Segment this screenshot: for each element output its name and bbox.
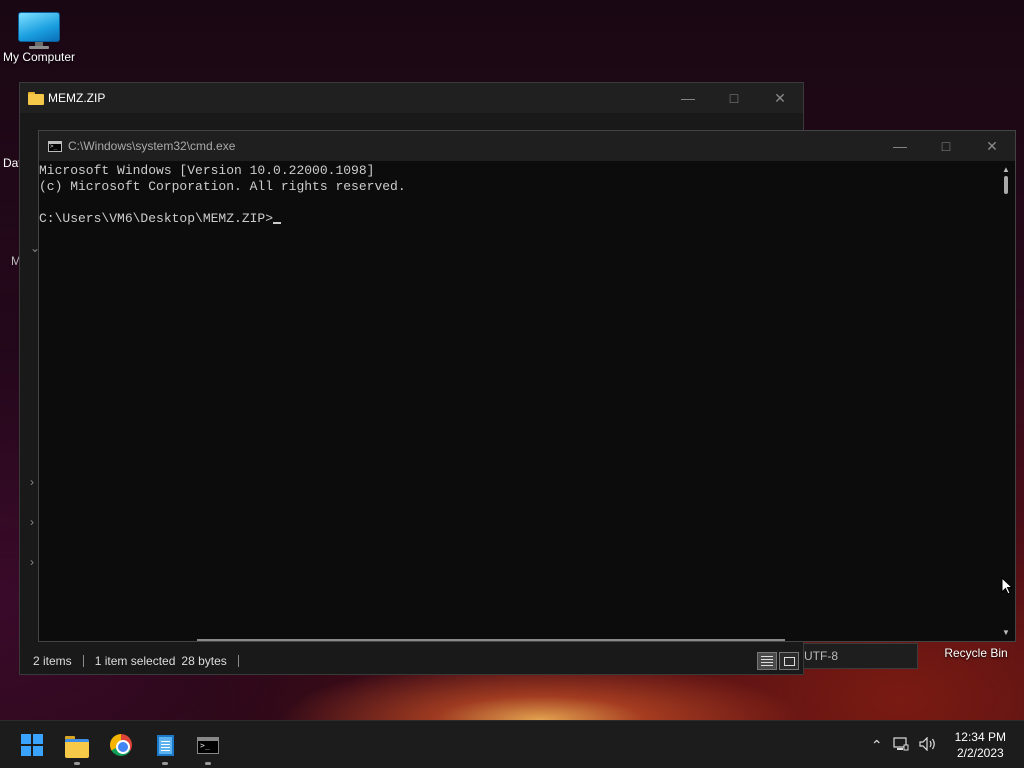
encoding-label: UTF-8 [804,649,838,663]
item-count: 2 items [33,654,72,668]
cmd-title: C:\Windows\system32\cmd.exe [68,139,236,153]
computer-icon [18,12,60,49]
taskbar-chrome[interactable] [105,729,137,761]
details-view-icon [761,656,773,666]
explorer-title: MEMZ.ZIP [48,91,106,105]
scroll-up-icon[interactable]: ▲ [1001,165,1011,174]
cmd-icon [48,140,62,152]
desktop-icon-label: My Computer [2,50,76,64]
selection-size: 28 bytes [181,654,227,668]
minimize-icon: — [681,90,695,106]
network-icon[interactable] [893,736,909,754]
close-button[interactable]: ✕ [969,131,1015,161]
clock-date: 2/2/2023 [956,746,1004,760]
notepad-window-status: UTF-8 [803,643,918,669]
taskbar: ⌃ 12:34 PM 2/2/2023 [0,720,1024,768]
maximize-button[interactable]: □ [923,131,969,161]
minimize-icon: — [893,138,907,154]
console-prompt: C:\Users\VM6\Desktop\MEMZ.ZIP> [39,211,274,226]
horizontal-scrollbar[interactable] [197,639,785,641]
cmd-icon [197,736,219,754]
selection-count: 1 item selected [94,654,176,668]
maximize-button[interactable]: □ [711,83,757,113]
cmd-window: C:\Windows\system32\cmd.exe — □ ✕ Micros… [38,130,1016,642]
minimize-button[interactable]: — [665,83,711,113]
taskbar-file-explorer[interactable] [61,729,93,765]
taskbar-clock[interactable]: 12:34 PM 2/2/2023 [955,729,1006,761]
vertical-scrollbar[interactable]: ▲ ▼ [1001,165,1011,637]
explorer-titlebar[interactable]: MEMZ.ZIP — □ ✕ [20,83,803,113]
folder-icon [28,91,44,105]
volume-icon[interactable] [919,736,937,754]
start-button[interactable] [16,729,48,761]
console-prompt-line: C:\Users\VM6\Desktop\MEMZ.ZIP> [39,211,997,227]
taskbar-notepad[interactable] [149,729,181,765]
system-tray: ⌃ 12:34 PM 2/2/2023 [871,721,1024,768]
start-icon [21,734,43,756]
console-line: Microsoft Windows [Version 10.0.22000.10… [39,163,375,178]
scroll-thumb[interactable] [1004,176,1008,194]
recycle-bin-label: Recycle Bin [944,646,1008,660]
cmd-titlebar[interactable]: C:\Windows\system32\cmd.exe — □ ✕ [39,131,1015,161]
chevron-up-icon[interactable]: ⌃ [871,737,883,754]
minimize-button[interactable]: — [877,131,923,161]
maximize-icon: □ [729,90,739,106]
maximize-icon: □ [941,138,951,154]
close-icon: ✕ [774,89,786,106]
chrome-icon [110,734,132,756]
chevron-right-icon[interactable]: › [30,515,34,529]
taskbar-cmd[interactable] [192,729,224,765]
mouse-pointer-icon [1001,576,1014,599]
scroll-down-icon[interactable]: ▼ [1001,628,1011,637]
chevron-right-icon[interactable]: › [30,555,34,569]
close-button[interactable]: ✕ [757,83,803,113]
tiles-view-icon [783,656,795,666]
details-view-button[interactable] [757,652,777,670]
notepad-icon [156,734,174,756]
desktop-icon-recycle-bin[interactable]: Recycle Bin [938,646,1014,660]
chevron-right-icon[interactable]: › [30,475,34,489]
tiles-view-button[interactable] [779,652,799,670]
desktop-icon-my-computer[interactable]: My Computer [0,12,81,64]
file-explorer-icon [65,735,89,758]
console-line: (c) Microsoft Corporation. All rights re… [39,179,406,194]
close-icon: ✕ [986,137,998,154]
clock-time: 12:34 PM [954,730,1006,744]
explorer-statusbar: 2 items 1 item selected 28 bytes [20,648,803,674]
text-cursor [273,222,282,224]
console-output[interactable]: Microsoft Windows [Version 10.0.22000.10… [39,163,997,641]
